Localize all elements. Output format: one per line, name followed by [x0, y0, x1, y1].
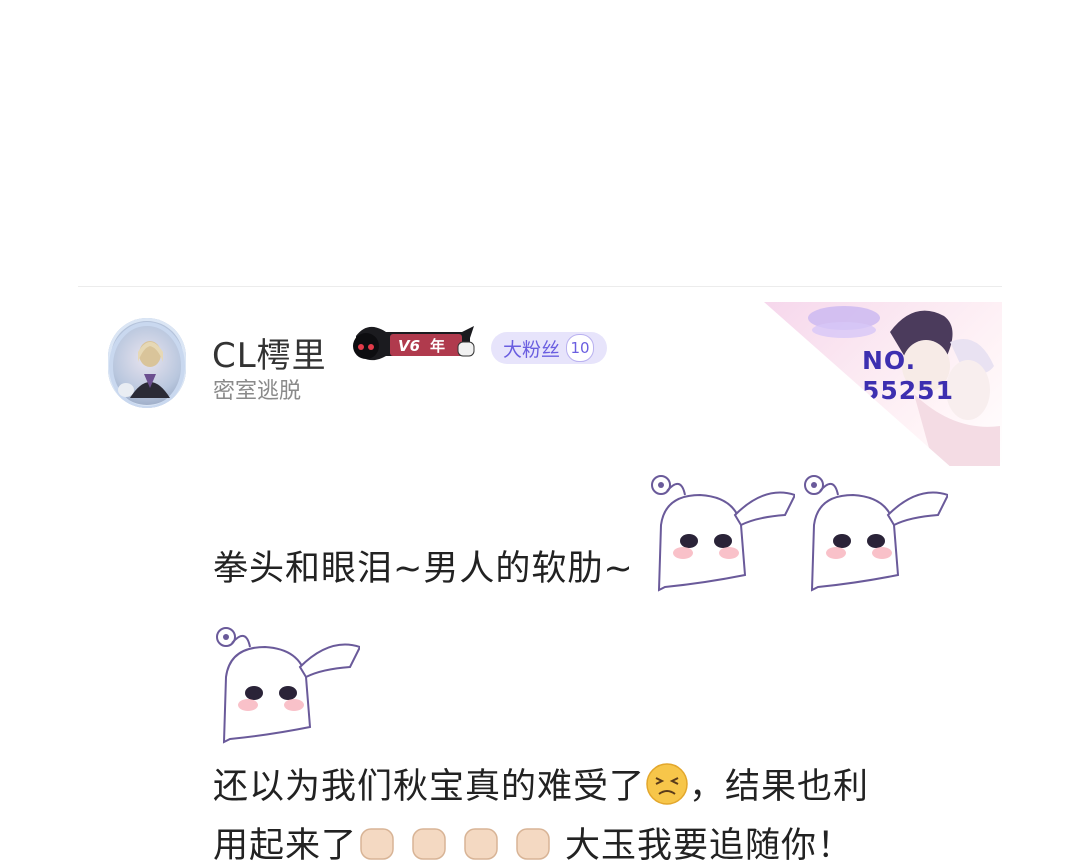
- post-line-2: 还以为我们秋宝真的难受了 ，结果也利: [213, 758, 869, 809]
- fan-card-no-label: NO.: [862, 346, 917, 375]
- vip-badge-graphic: V6 年: [353, 326, 475, 361]
- sticker: [798, 455, 948, 595]
- persevering-face-icon: [646, 763, 688, 805]
- sticker: [210, 607, 360, 747]
- fist-icon: [464, 828, 498, 860]
- avatar-illustration: [109, 322, 185, 408]
- fan-badge[interactable]: 大粉丝 10: [491, 332, 607, 364]
- user-avatar[interactable]: [108, 318, 186, 408]
- fan-card-number: NO. 55251: [862, 346, 954, 406]
- fan-card-decoration[interactable]: NO. 55251: [764, 302, 1002, 466]
- vip-year-text: 年: [430, 337, 445, 355]
- fan-badge-label: 大粉丝: [503, 338, 561, 361]
- user-subtitle: 密室逃脱: [213, 379, 302, 404]
- sticker-ghost-graphic: [216, 627, 360, 744]
- sticker: [645, 455, 795, 595]
- fist-icon: [360, 828, 394, 860]
- sticker-ghost-graphic: [804, 475, 948, 592]
- vip-level-text: V6: [398, 337, 420, 355]
- post-line-3-end: 大玉我要追随你！: [565, 826, 854, 866]
- sticker-ghost-graphic: [651, 475, 795, 592]
- fan-level-badge: 10: [566, 334, 595, 362]
- vip-badge[interactable]: V6 年: [338, 322, 478, 368]
- post-line-3-start: 用起来了: [213, 826, 358, 866]
- post-line-2-tail: ，结果也利: [689, 767, 870, 807]
- post-line-1: 拳头和眼泪~男人的软肋~: [213, 549, 634, 589]
- post-divider: [78, 286, 1002, 287]
- user-name[interactable]: CL樗里: [212, 328, 327, 377]
- fist-icon: [516, 828, 550, 860]
- fist-icon: [412, 828, 446, 860]
- fan-card-no-value: 55251: [862, 376, 954, 405]
- post-line-2-text: 还以为我们秋宝真的难受了: [213, 767, 646, 807]
